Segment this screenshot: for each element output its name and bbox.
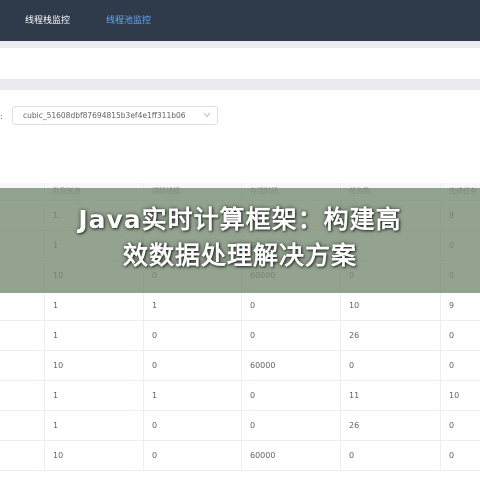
table-cell: 0 [241, 381, 340, 410]
table-cell: 0 [143, 411, 241, 440]
table-row: 1 1 0 11 10 [0, 381, 480, 411]
instance-select-value: cubic_51608dbf87694815b3ef4e1ff311b06 [23, 111, 186, 120]
table-cell [0, 321, 44, 350]
table-cell: 10 [340, 291, 440, 320]
filter-label: : [0, 112, 3, 121]
table-cell: 0 [340, 351, 440, 380]
table-cell: 10 [440, 381, 480, 410]
table-cell: 60000 [241, 441, 340, 470]
table-cell [0, 291, 44, 320]
table-row: 1006000000 [0, 441, 480, 471]
table-cell: 10 [44, 441, 143, 470]
overlay-title-line-1: Java实时计算框架：构建高 [78, 205, 402, 234]
table-cell [0, 381, 44, 410]
title-overlay-banner: Java实时计算框架：构建高 效数据处理解决方案 [0, 188, 480, 293]
table-cell: 9 [440, 291, 480, 320]
table-cell: 26 [340, 411, 440, 440]
table-cell: 1 [143, 291, 241, 320]
table-cell: 1 [44, 291, 143, 320]
table-cell: 0 [340, 441, 440, 470]
table-cell: 0 [241, 411, 340, 440]
table-cell: 1 [143, 381, 241, 410]
table-cell: 1 [44, 411, 143, 440]
table-cell: 11 [340, 381, 440, 410]
table-cell: 0 [440, 411, 480, 440]
table-cell: 26 [340, 321, 440, 350]
table-cell: 1 [44, 321, 143, 350]
table-cell: 0 [143, 351, 241, 380]
table-cell [0, 411, 44, 440]
table-cell: 10 [44, 351, 143, 380]
chevron-down-icon [203, 112, 211, 118]
table-cell: 1 [44, 381, 143, 410]
table-cell: 0 [241, 291, 340, 320]
table-cell: 0 [440, 321, 480, 350]
overlay-title: Java实时计算框架：构建高 效数据处理解决方案 [0, 202, 480, 274]
table-row: 1 0 0 26 0 [0, 321, 480, 351]
nav-tab-thread-stack-monitor[interactable]: 线程栈监控 [25, 13, 70, 26]
table-cell: 0 [241, 321, 340, 350]
table-cell: 60000 [241, 351, 340, 380]
table-cell [0, 351, 44, 380]
nav-tab-thread-pool-monitor[interactable]: 线程池监控 [106, 13, 151, 26]
table-cell [0, 441, 44, 470]
table-row: 1 0 0 26 0 [0, 411, 480, 441]
table-cell: 0 [440, 441, 480, 470]
table-cell: 0 [143, 441, 241, 470]
table-row: 1006000000 [0, 351, 480, 381]
page-header-strip [0, 48, 480, 80]
table-cell: 0 [143, 321, 241, 350]
top-navigation-bar: 线程栈监控 线程池监控 [0, 0, 480, 41]
overlay-title-line-2: 效数据处理解决方案 [122, 241, 357, 270]
table-cell: 0 [440, 351, 480, 380]
table-row: 1 1 0 10 9 [0, 291, 480, 321]
instance-select[interactable]: cubic_51608dbf87694815b3ef4e1ff311b06 [12, 106, 218, 125]
